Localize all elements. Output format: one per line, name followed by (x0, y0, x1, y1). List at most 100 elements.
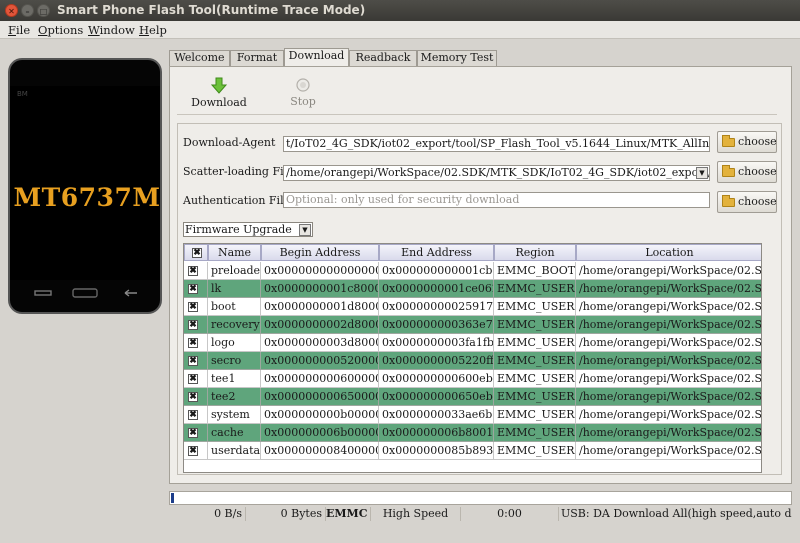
column-header-name[interactable]: Name (208, 244, 261, 261)
cell-end: 0x0000000033ae6b83 (379, 406, 494, 424)
row-checkbox-cell: ✖ (184, 442, 208, 460)
row-checkbox-cell: ✖ (184, 406, 208, 424)
row-checkbox[interactable]: ✖ (188, 284, 198, 294)
menu-bar: File Options Window Help (0, 21, 800, 39)
table-row[interactable]: ✖ lk 0x0000000001c80000 0x0000000001ce062f E… (184, 280, 761, 298)
select-all-checkbox[interactable]: ✖ (192, 248, 202, 258)
table-row[interactable]: ✖ secro 0x0000000005200000 0x0000000005220f… (184, 352, 761, 370)
table-row[interactable]: ✖ logo 0x0000000003d80000 0x0000000003fa1fb… (184, 334, 761, 352)
menu-key-icon (34, 290, 52, 296)
scatter-file-label: Scatter-loading File (183, 165, 294, 178)
cell-location: /home/orangepi/WorkSpace/02.SD... (576, 262, 761, 280)
cell-begin: 0x0000000006000000 (261, 370, 379, 388)
cell-region: EMMC_USER (494, 442, 576, 460)
cell-end: 0x000000000650ebff (379, 388, 494, 406)
cell-name: secro (208, 352, 261, 370)
cell-begin: 0x000000006b000000 (261, 424, 379, 442)
table-row[interactable]: ✖ boot 0x0000000001d80000 0x00000000025917f… (184, 298, 761, 316)
table-row[interactable]: ✖ userdata 0x0000000084000000 0x0000000085b… (184, 442, 761, 460)
download-button[interactable]: Download (185, 77, 253, 109)
row-checkbox[interactable]: ✖ (188, 446, 198, 456)
download-agent-label: Download-Agent (183, 136, 276, 149)
phone-brand: BM (17, 90, 28, 98)
cell-name: boot (208, 298, 261, 316)
table-row[interactable]: ✖ preloader 0x0000000000000000 0x0000000000… (184, 262, 761, 280)
table-row[interactable]: ✖ tee1 0x0000000006000000 0x000000000600ebf… (184, 370, 761, 388)
menu-window[interactable]: Window (88, 23, 135, 37)
download-arrow-icon (210, 77, 228, 94)
row-checkbox[interactable]: ✖ (188, 320, 198, 330)
table-row[interactable]: ✖ recovery 0x0000000002d80000 0x00000000036… (184, 316, 761, 334)
maximize-window-button[interactable]: □ (37, 4, 50, 17)
cell-begin: 0x0000000000000000 (261, 262, 379, 280)
cell-region: EMMC_USER (494, 352, 576, 370)
stop-button[interactable]: Stop (283, 77, 323, 108)
cell-name: preloader (208, 262, 261, 280)
row-checkbox[interactable]: ✖ (188, 392, 198, 402)
scatter-file-select[interactable]: /home/orangepi/WorkSpace/02.SDK/MTK_SDK/… (283, 165, 710, 181)
row-checkbox-cell: ✖ (184, 298, 208, 316)
cell-name: recovery (208, 316, 261, 334)
status-bytes: 0 Bytes (246, 507, 326, 521)
select-all-header[interactable]: ✖ (184, 244, 208, 261)
cell-location: /home/orangepi/WorkSpace/02.SD... (576, 424, 761, 442)
row-checkbox[interactable]: ✖ (188, 374, 198, 384)
choose-scatter-file-button[interactable]: choose (717, 161, 777, 183)
download-button-label: Download (191, 96, 247, 109)
phone-chip-model: MT6737M (13, 183, 161, 212)
tab-welcome-label: Welcome (174, 51, 225, 64)
partition-table: ✖ Name Begin Address End Address Region … (183, 243, 762, 473)
title-bar: ✕ – □ Smart Phone Flash Tool(Runtime Tra… (0, 0, 800, 21)
cell-begin: 0x0000000084000000 (261, 442, 379, 460)
cell-location: /home/orangepi/WorkSpace/02.SD... (576, 406, 761, 424)
row-checkbox[interactable]: ✖ (188, 410, 198, 420)
table-row[interactable]: ✖ tee2 0x0000000006500000 0x000000000650ebf… (184, 388, 761, 406)
folder-icon (722, 165, 735, 177)
row-checkbox[interactable]: ✖ (188, 428, 198, 438)
column-header-location[interactable]: Location (576, 244, 761, 261)
auth-file-field[interactable]: Optional: only used for security downloa… (283, 192, 710, 208)
row-checkbox[interactable]: ✖ (188, 338, 198, 348)
choose-auth-file-button[interactable]: choose (717, 191, 777, 213)
cell-location: /home/orangepi/WorkSpace/02.SD... (576, 388, 761, 406)
cell-begin: 0x0000000002d80000 (261, 316, 379, 334)
download-agent-field[interactable]: t/IoT02_4G_SDK/iot02_export/tool/SP_Flas… (283, 136, 710, 152)
cell-region: EMMC_USER (494, 298, 576, 316)
table-header: ✖ Name Begin Address End Address Region … (184, 244, 761, 261)
choose-label: choose (738, 165, 777, 178)
chevron-down-icon: ▼ (696, 167, 708, 179)
column-header-region[interactable]: Region (494, 244, 576, 261)
cell-region: EMMC_USER (494, 424, 576, 442)
close-window-button[interactable]: ✕ (5, 4, 18, 17)
menu-file[interactable]: File (8, 23, 30, 37)
cell-location: /home/orangepi/WorkSpace/02.SD... (576, 298, 761, 316)
table-row[interactable]: ✖ system 0x000000000b000000 0x0000000033ae6… (184, 406, 761, 424)
row-checkbox-cell: ✖ (184, 280, 208, 298)
menu-help[interactable]: Help (139, 23, 167, 37)
minimize-window-button[interactable]: – (21, 4, 34, 17)
stop-icon (296, 78, 310, 92)
tab-format[interactable]: Format (230, 50, 284, 66)
table-row[interactable]: ✖ cache 0x000000006b000000 0x000000006b8001… (184, 424, 761, 442)
download-mode-select[interactable]: Firmware Upgrade ▼ (183, 222, 313, 237)
tab-welcome[interactable]: Welcome (169, 50, 230, 66)
cell-name: tee1 (208, 370, 261, 388)
progress-fill (171, 493, 174, 503)
cell-end: 0x000000000001cbcf (379, 262, 494, 280)
choose-download-agent-button[interactable]: choose (717, 131, 777, 153)
chevron-down-icon: ▼ (299, 224, 311, 236)
status-storage: EMMC (326, 507, 371, 521)
row-checkbox[interactable]: ✖ (188, 266, 198, 276)
tab-download[interactable]: Download (284, 48, 349, 66)
menu-options[interactable]: Options (38, 23, 83, 37)
tab-memory-test[interactable]: Memory Test (417, 50, 497, 66)
column-header-end[interactable]: End Address (379, 244, 494, 261)
row-checkbox-cell: ✖ (184, 334, 208, 352)
row-checkbox[interactable]: ✖ (188, 356, 198, 366)
tab-readback[interactable]: Readback (349, 50, 417, 66)
row-checkbox[interactable]: ✖ (188, 302, 198, 312)
tab-memory-test-label: Memory Test (420, 51, 494, 64)
cell-location: /home/orangepi/WorkSpace/02.SD... (576, 370, 761, 388)
column-header-begin[interactable]: Begin Address (261, 244, 379, 261)
cell-end: 0x000000000363e7ff (379, 316, 494, 334)
